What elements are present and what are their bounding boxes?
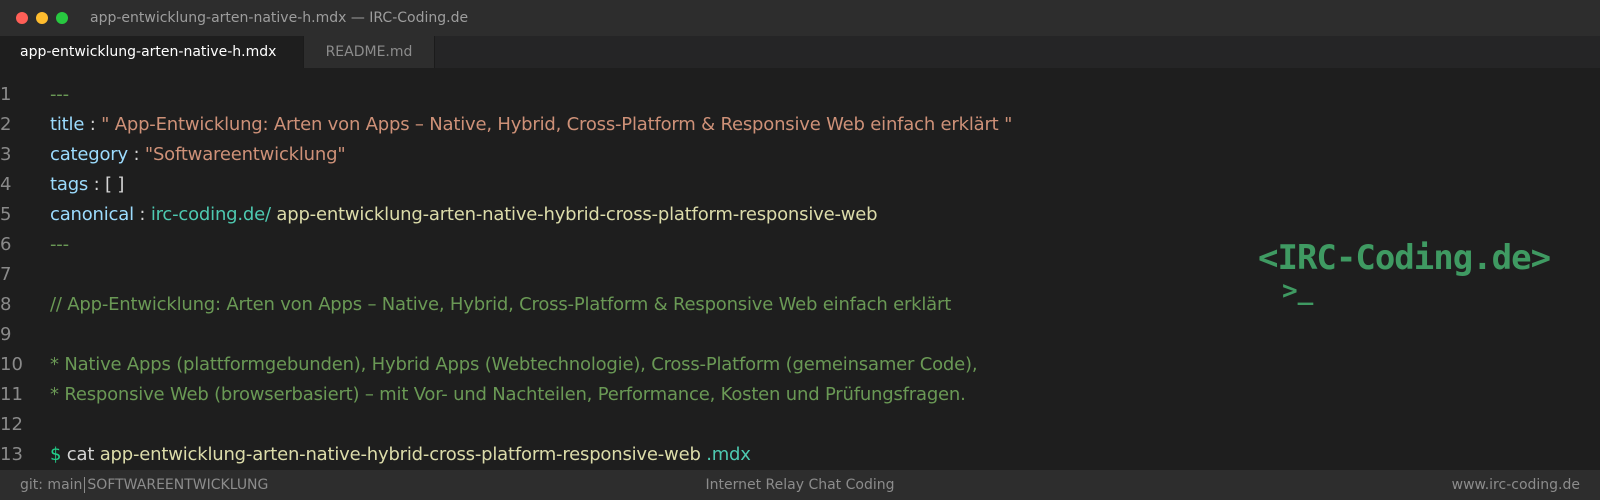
canonical-key: canonical	[50, 204, 134, 225]
code-line-6: 6 ---	[0, 230, 1240, 260]
frontmatter-delimiter: ---	[50, 84, 69, 105]
close-window-button[interactable]	[16, 12, 28, 24]
code-line-7: 7	[0, 260, 1240, 290]
canonical-path: app-entwicklung-arten-native-hybrid-cros…	[270, 204, 878, 225]
code-line-2: 2 title : " App-Entwicklung: Arten von A…	[0, 110, 1240, 140]
canonical-domain: irc-coding.de/	[150, 204, 271, 225]
status-website: www.irc-coding.de	[1451, 477, 1580, 493]
title-value: " App-Entwicklung: Arten von Apps – Nati…	[101, 114, 1013, 135]
code-line-10: 10 * Native Apps (plattformgebunden), Hy…	[0, 350, 1240, 380]
code-line-11: 11 * Responsive Web (browserbasiert) – m…	[0, 380, 1240, 410]
code-line-13: 13 $ cat app-entwicklung-arten-native-hy…	[0, 440, 1240, 470]
line-number: 2	[0, 114, 12, 135]
frontmatter-delimiter: ---	[50, 234, 69, 255]
title-bar: app-entwicklung-arten-native-h.mdx — IRC…	[0, 0, 1600, 36]
colon: :	[88, 174, 106, 195]
code-line-5: 5 canonical : irc-coding.de/ app-entwick…	[0, 200, 1240, 230]
code-line-3: 3 category : "Softwareentwicklung"	[0, 140, 1240, 170]
line-number: 6	[0, 234, 12, 255]
code-line-8: 8 // App-Entwicklung: Arten von Apps – N…	[0, 290, 1240, 320]
window-title: app-entwicklung-arten-native-h.mdx — IRC…	[90, 10, 469, 26]
line-number: 10	[0, 354, 23, 375]
minimize-window-button[interactable]	[36, 12, 48, 24]
tab-mdx-file[interactable]: app-entwicklung-arten-native-h.mdx	[0, 36, 304, 68]
shell-prompt-icon: $	[50, 444, 62, 465]
terminal-prompt-icon: >_	[1282, 276, 1314, 306]
bullet-text: * Responsive Web (browserbasiert) – mit …	[50, 384, 966, 405]
colon: :	[84, 114, 102, 135]
brand-logo: <IRC-Coding.de>	[1258, 238, 1551, 278]
code-line-12: 12	[0, 410, 1240, 440]
colon: :	[127, 144, 145, 165]
line-number: 9	[0, 324, 12, 345]
tab-bar: app-entwicklung-arten-native-h.mdx READM…	[0, 36, 1600, 68]
category-key: category	[50, 144, 128, 165]
window-controls	[16, 12, 68, 24]
line-number: 12	[0, 414, 23, 435]
maximize-window-button[interactable]	[56, 12, 68, 24]
colon: :	[133, 204, 151, 225]
comment-text: // App-Entwicklung: Arten von Apps – Nat…	[50, 294, 952, 315]
status-center-text: Internet Relay Chat Coding	[705, 477, 895, 493]
status-bar: git: main SOFTWAREENTWICKLUNG Internet Re…	[0, 470, 1600, 500]
tags-key: tags	[50, 174, 89, 195]
line-number: 4	[0, 174, 12, 195]
line-number: 8	[0, 294, 12, 315]
line-number: 3	[0, 144, 12, 165]
shell-command: cat	[61, 444, 100, 465]
bullet-text: * Native Apps (plattformgebunden), Hybri…	[50, 354, 978, 375]
line-number: 1	[0, 84, 12, 105]
line-number: 13	[0, 444, 23, 465]
line-number: 7	[0, 264, 12, 285]
tags-value: [ ]	[105, 174, 125, 195]
category-value: "Softwareentwicklung"	[144, 144, 346, 165]
command-filename: app-entwicklung-arten-native-hybrid-cros…	[99, 444, 701, 465]
line-number: 11	[0, 384, 23, 405]
title-key: title	[50, 114, 85, 135]
code-line-1: 1 ---	[0, 80, 1240, 110]
code-line-4: 4 tags : [ ]	[0, 170, 1240, 200]
code-line-9: 9	[0, 320, 1240, 350]
tab-readme[interactable]: README.md	[304, 36, 435, 68]
line-number: 5	[0, 204, 12, 225]
command-extension: .mdx	[700, 444, 751, 465]
